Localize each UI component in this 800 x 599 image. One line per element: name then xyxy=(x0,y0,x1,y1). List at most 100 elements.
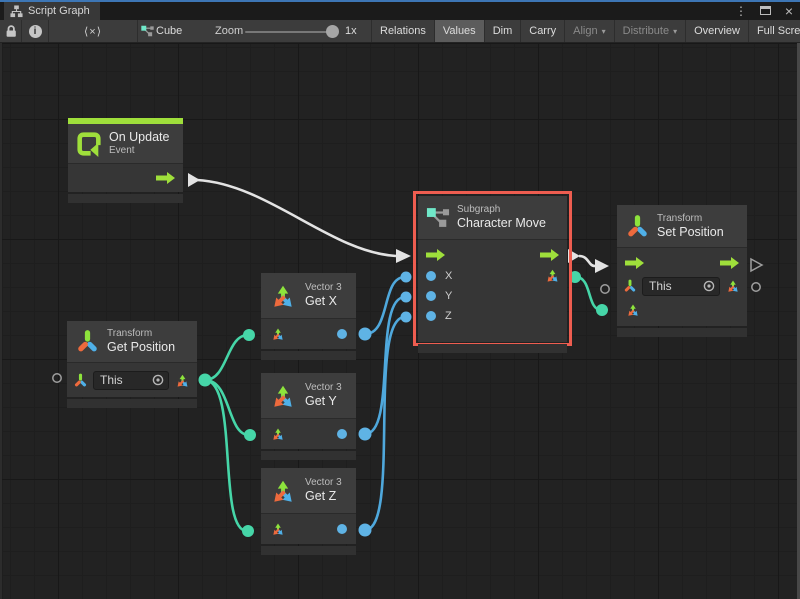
values-button[interactable]: Values xyxy=(434,20,484,42)
value-wire-getposition-to-getx[interactable] xyxy=(205,335,248,380)
canvas-left-edge xyxy=(0,43,2,599)
vector3-input-port[interactable] xyxy=(270,326,286,342)
edit-script-button[interactable]: ⟨×⟩ xyxy=(49,20,137,42)
value-wire-getposition-to-getz[interactable] xyxy=(205,380,247,531)
vector3-output-port[interactable] xyxy=(725,278,741,294)
dim-button[interactable]: Dim xyxy=(484,20,521,42)
flow-output-port[interactable] xyxy=(540,249,559,261)
flow-out-connector[interactable] xyxy=(188,173,200,187)
info-icon: i xyxy=(29,25,42,38)
input-port-x[interactable] xyxy=(426,271,436,281)
full-screen-button[interactable]: Full Screen xyxy=(748,20,800,42)
node-set-position[interactable]: Transform Set Position This xyxy=(617,205,747,337)
node-title: Get Y xyxy=(305,394,342,409)
event-loop-icon xyxy=(76,131,102,157)
port-label: Y xyxy=(445,290,452,302)
vector3-output-port[interactable] xyxy=(174,372,191,389)
target-object-field[interactable]: This xyxy=(93,371,169,390)
target-object-field[interactable]: This xyxy=(642,277,720,296)
chevron-down-icon: ▾ xyxy=(602,27,606,36)
value-wire-gety-to-y[interactable] xyxy=(365,297,405,434)
value-wire-getposition-to-gety[interactable] xyxy=(205,380,249,435)
value-wire-getz-to-z[interactable] xyxy=(365,317,405,530)
value-out-connector[interactable] xyxy=(359,428,372,441)
node-title: Get X xyxy=(305,294,342,309)
transform-port-icon[interactable] xyxy=(623,279,637,293)
graph-owner-icon xyxy=(140,20,154,42)
value-in-connector[interactable] xyxy=(401,292,412,303)
node-subtitle: Subgraph xyxy=(457,204,546,216)
align-button[interactable]: Align▾ xyxy=(564,20,613,42)
vector3-output-port[interactable] xyxy=(544,267,561,284)
relations-button[interactable]: Relations xyxy=(371,20,434,42)
overview-button[interactable]: Overview xyxy=(685,20,748,42)
node-subtitle: Vector 3 xyxy=(305,477,342,489)
node-get-y[interactable]: Vector 3 Get Y xyxy=(261,373,356,460)
node-on-update[interactable]: On Update Event xyxy=(68,118,183,203)
flow-output-port[interactable] xyxy=(156,172,175,184)
unconnected-flow-triangle[interactable] xyxy=(751,259,762,271)
vector3-input-port[interactable] xyxy=(270,426,286,442)
lock-button[interactable] xyxy=(0,20,21,42)
transform-port-icon[interactable] xyxy=(73,373,88,388)
value-in-connector[interactable] xyxy=(401,312,412,323)
vector3-icon xyxy=(268,281,298,311)
vector3-input-port[interactable] xyxy=(625,302,641,318)
unconnected-port-circle[interactable] xyxy=(53,374,61,382)
input-port-z[interactable] xyxy=(426,311,436,321)
value-in-connector[interactable] xyxy=(242,525,254,537)
input-port-y[interactable] xyxy=(426,291,436,301)
flow-in-arrowhead[interactable] xyxy=(396,249,411,263)
node-title: Character Move xyxy=(457,216,546,231)
flow-input-port[interactable] xyxy=(426,249,445,261)
float-output-port[interactable] xyxy=(337,429,347,439)
graph-canvas[interactable]: On Update Event Transform Get Positi xyxy=(0,43,800,599)
node-subtitle: Event xyxy=(109,145,169,157)
code-icon: ⟨×⟩ xyxy=(84,25,102,38)
port-label: X xyxy=(445,270,452,282)
chevron-down-icon: ▾ xyxy=(673,27,677,36)
value-out-connector[interactable] xyxy=(359,328,372,341)
transform-icon xyxy=(75,329,100,354)
zoom-slider-track[interactable] xyxy=(245,31,335,33)
unconnected-port-circle[interactable] xyxy=(752,283,760,291)
distribute-button[interactable]: Distribute▾ xyxy=(614,20,685,42)
node-title: Get Z xyxy=(305,489,342,504)
node-footer xyxy=(261,351,356,360)
node-footer xyxy=(261,451,356,460)
value-in-connector[interactable] xyxy=(244,429,256,441)
node-get-x[interactable]: Vector 3 Get X xyxy=(261,273,356,360)
value-in-connector[interactable] xyxy=(401,272,412,283)
vector3-input-port[interactable] xyxy=(270,521,286,537)
object-picker-icon[interactable] xyxy=(703,280,715,292)
value-out-connector[interactable] xyxy=(359,524,372,537)
value-in-connector[interactable] xyxy=(596,304,608,316)
flow-wire-onupdate-to-charactermove[interactable] xyxy=(197,180,396,256)
node-character-move[interactable]: Subgraph Character Move X Y xyxy=(418,196,567,353)
tab-bar: Script Graph ⋮ × xyxy=(0,2,800,20)
flow-input-port[interactable] xyxy=(625,257,644,269)
flow-in-arrowhead[interactable] xyxy=(595,259,609,273)
maximize-icon[interactable] xyxy=(760,6,771,15)
flow-wire-charactermove-to-setposition[interactable] xyxy=(579,256,595,266)
object-picker-icon[interactable] xyxy=(152,374,164,386)
value-out-connector[interactable] xyxy=(199,374,212,387)
window-menu-icon[interactable]: ⋮ xyxy=(734,4,748,18)
tab-title: Script Graph xyxy=(28,5,90,17)
carry-button[interactable]: Carry xyxy=(520,20,564,42)
value-in-connector[interactable] xyxy=(243,329,255,341)
node-get-z[interactable]: Vector 3 Get Z xyxy=(261,468,356,555)
float-output-port[interactable] xyxy=(337,329,347,339)
value-wire-charactermove-to-setposition[interactable] xyxy=(576,277,601,310)
unconnected-port-circle[interactable] xyxy=(601,285,609,293)
inspect-button[interactable]: i xyxy=(22,20,48,42)
close-icon[interactable]: × xyxy=(782,3,796,19)
tab-script-graph[interactable]: Script Graph xyxy=(4,2,100,20)
zoom-slider-handle[interactable] xyxy=(326,25,339,38)
value-wire-getx-to-x[interactable] xyxy=(365,277,405,334)
flow-output-port[interactable] xyxy=(720,257,739,269)
float-output-port[interactable] xyxy=(337,524,347,534)
node-footer xyxy=(68,194,183,203)
node-title: Get Position xyxy=(107,340,175,355)
node-get-position[interactable]: Transform Get Position This xyxy=(67,321,197,408)
